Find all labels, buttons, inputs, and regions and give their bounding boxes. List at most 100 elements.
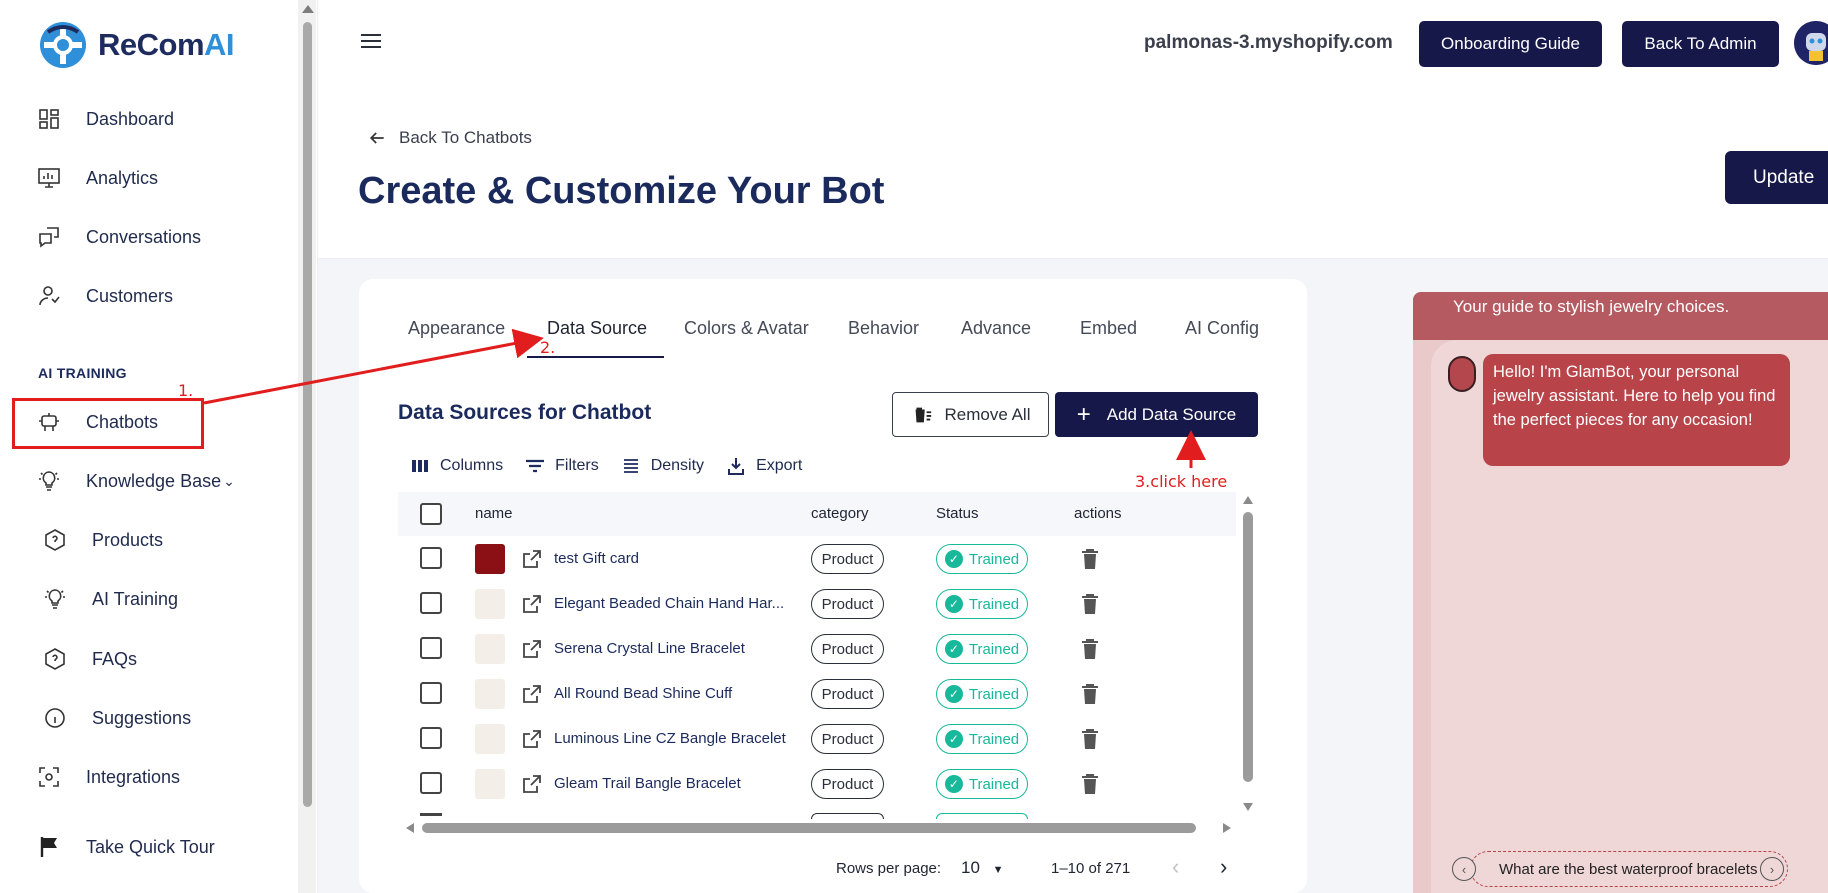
grid-horizontal-scrollbar[interactable] — [422, 823, 1196, 833]
table-row[interactable]: Luminous Line CZ Bangle Bracelet Product ✓… — [398, 716, 1236, 761]
tab-embed[interactable]: Embed — [1080, 318, 1137, 339]
section-label-ai-training: AI TRAINING — [38, 365, 127, 381]
scroll-up-arrow-icon[interactable] — [302, 5, 314, 13]
avatar[interactable] — [1794, 21, 1828, 65]
external-link-icon[interactable] — [521, 548, 543, 570]
data-sources-title: Data Sources for Chatbot — [398, 401, 652, 424]
select-all-checkbox[interactable] — [420, 503, 442, 525]
row-name[interactable]: Gleam Trail Bangle Bracelet — [554, 775, 741, 792]
sidebar-item-take-quick-tour[interactable]: Take Quick Tour — [36, 829, 215, 865]
sidebar-item-ai-training[interactable]: AI Training — [42, 581, 178, 617]
lightbulb-icon — [42, 586, 68, 612]
remove-all-button[interactable]: Remove All — [892, 392, 1049, 437]
prev-page-icon[interactable]: ‹ — [1172, 854, 1179, 880]
scroll-down-arrow-icon[interactable] — [1243, 803, 1253, 811]
external-link-icon[interactable] — [521, 683, 543, 705]
grid-vertical-scrollbar[interactable] — [1243, 512, 1253, 782]
back-to-chatbots-link[interactable]: Back To Chatbots — [367, 128, 532, 148]
table-row[interactable]: Elegant Beaded Chain Hand Har... Product ✓… — [398, 581, 1236, 626]
scroll-right-arrow-icon[interactable] — [1223, 823, 1231, 833]
external-link-icon[interactable] — [521, 728, 543, 750]
table-row[interactable]: Gleam Trail Bangle Bracelet Product ✓ Train… — [398, 761, 1236, 806]
trash-list-icon — [913, 407, 931, 422]
scroll-left-arrow-icon[interactable] — [406, 823, 414, 833]
menu-toggle-icon[interactable] — [361, 34, 381, 48]
bot-avatar-icon — [1448, 356, 1476, 392]
sidebar-item-products[interactable]: Products — [42, 522, 163, 558]
chevron-left-icon[interactable]: ‹ — [1452, 857, 1476, 881]
tab-advance[interactable]: Advance — [961, 318, 1031, 339]
sidebar-item-analytics[interactable]: Analytics — [36, 160, 158, 196]
logo-text: ReComAI — [98, 27, 235, 62]
sidebar-item-knowledge-base[interactable]: Knowledge Base ⌄ — [36, 463, 235, 499]
filters-button[interactable]: Filters — [525, 456, 599, 476]
logo[interactable]: ReComAI — [38, 20, 235, 70]
trash-icon[interactable] — [1080, 593, 1100, 615]
row-checkbox[interactable] — [420, 682, 442, 704]
trash-icon[interactable] — [1080, 683, 1100, 705]
column-header-category[interactable]: category — [811, 505, 869, 522]
column-header-actions[interactable]: actions — [1074, 505, 1122, 522]
column-header-status[interactable]: Status — [936, 505, 979, 522]
row-name[interactable]: Serena Crystal Line Bracelet — [554, 640, 745, 657]
row-checkbox[interactable] — [420, 637, 442, 659]
sidebar-item-dashboard[interactable]: Dashboard — [36, 101, 174, 137]
trash-icon[interactable] — [1080, 548, 1100, 570]
density-button[interactable]: Density — [621, 456, 704, 476]
suggestion-chip[interactable]: What are the best waterproof bracelets — [1470, 851, 1788, 887]
update-button[interactable]: Update — [1725, 151, 1828, 204]
column-header-name[interactable]: name — [475, 505, 513, 522]
tab-ai-config[interactable]: AI Config — [1185, 318, 1259, 339]
columns-button[interactable]: Columns — [410, 456, 503, 476]
row-checkbox[interactable] — [420, 772, 442, 794]
sidebar-item-faqs[interactable]: FAQs — [42, 641, 137, 677]
sidebar-item-label: Knowledge Base — [86, 470, 222, 491]
lightbulb-icon — [36, 468, 62, 494]
rows-per-page-select[interactable]: 10 ▼ — [961, 858, 1004, 878]
external-link-icon[interactable] — [521, 638, 543, 660]
chevron-right-icon[interactable]: › — [1760, 857, 1784, 881]
row-name[interactable]: All Round Bead Shine Cuff — [554, 685, 732, 702]
table-row[interactable]: test Gift card Product ✓ Trained — [398, 536, 1236, 581]
status-badge: ✓ Trained — [936, 769, 1028, 799]
product-thumbnail — [475, 769, 505, 799]
row-name[interactable]: Elegant Beaded Chain Hand Har... — [554, 595, 784, 612]
tab-data-source[interactable]: Data Source — [547, 318, 647, 339]
row-name[interactable]: test Gift card — [554, 550, 639, 567]
row-checkbox[interactable] — [420, 727, 442, 749]
trash-icon[interactable] — [1080, 773, 1100, 795]
tab-appearance[interactable]: Appearance — [408, 318, 505, 339]
table-row[interactable]: Serena Crystal Line Bracelet Product ✓ Trai… — [398, 626, 1236, 671]
pagination-range: 1–10 of 271 — [1051, 860, 1131, 877]
sidebar-item-customers[interactable]: Customers — [36, 278, 173, 314]
add-data-source-button[interactable]: + Add Data Source — [1055, 392, 1258, 437]
plus-icon: + — [1076, 400, 1091, 428]
status-badge: ✓ Trained — [936, 724, 1028, 754]
trash-icon[interactable] — [1080, 638, 1100, 660]
sidebar-item-conversations[interactable]: Conversations — [36, 219, 201, 255]
external-link-icon[interactable] — [521, 593, 543, 615]
data-grid: Columns Filters Density Export name cate… — [398, 440, 1258, 893]
table-row[interactable]: All Round Bead Shine Cuff Product ✓ Trained — [398, 671, 1236, 716]
grid-header: name category Status actions — [398, 492, 1236, 536]
row-checkbox[interactable] — [420, 592, 442, 614]
next-page-icon[interactable]: › — [1220, 854, 1227, 880]
sidebar-scrollbar-thumb[interactable] — [303, 22, 312, 807]
category-pill: Product — [811, 679, 884, 709]
row-checkbox[interactable] — [420, 547, 442, 569]
row-name[interactable]: Luminous Line CZ Bangle Bracelet — [554, 730, 786, 747]
external-link-icon[interactable] — [521, 773, 543, 795]
status-label: Trained — [968, 685, 1020, 703]
density-icon — [623, 459, 638, 473]
onboarding-guide-button[interactable]: Onboarding Guide — [1419, 21, 1602, 67]
check-icon: ✓ — [944, 550, 963, 568]
back-to-admin-button[interactable]: Back To Admin — [1622, 21, 1779, 67]
sidebar-item-suggestions[interactable]: Suggestions — [42, 700, 191, 736]
sidebar-item-integrations[interactable]: Integrations — [36, 759, 180, 795]
check-icon: ✓ — [944, 685, 963, 703]
trash-icon[interactable] — [1080, 728, 1100, 750]
tab-colors-avatar[interactable]: Colors & Avatar — [684, 318, 809, 339]
export-button[interactable]: Export — [726, 456, 802, 476]
scroll-up-arrow-icon[interactable] — [1243, 496, 1253, 504]
tab-behavior[interactable]: Behavior — [848, 318, 919, 339]
